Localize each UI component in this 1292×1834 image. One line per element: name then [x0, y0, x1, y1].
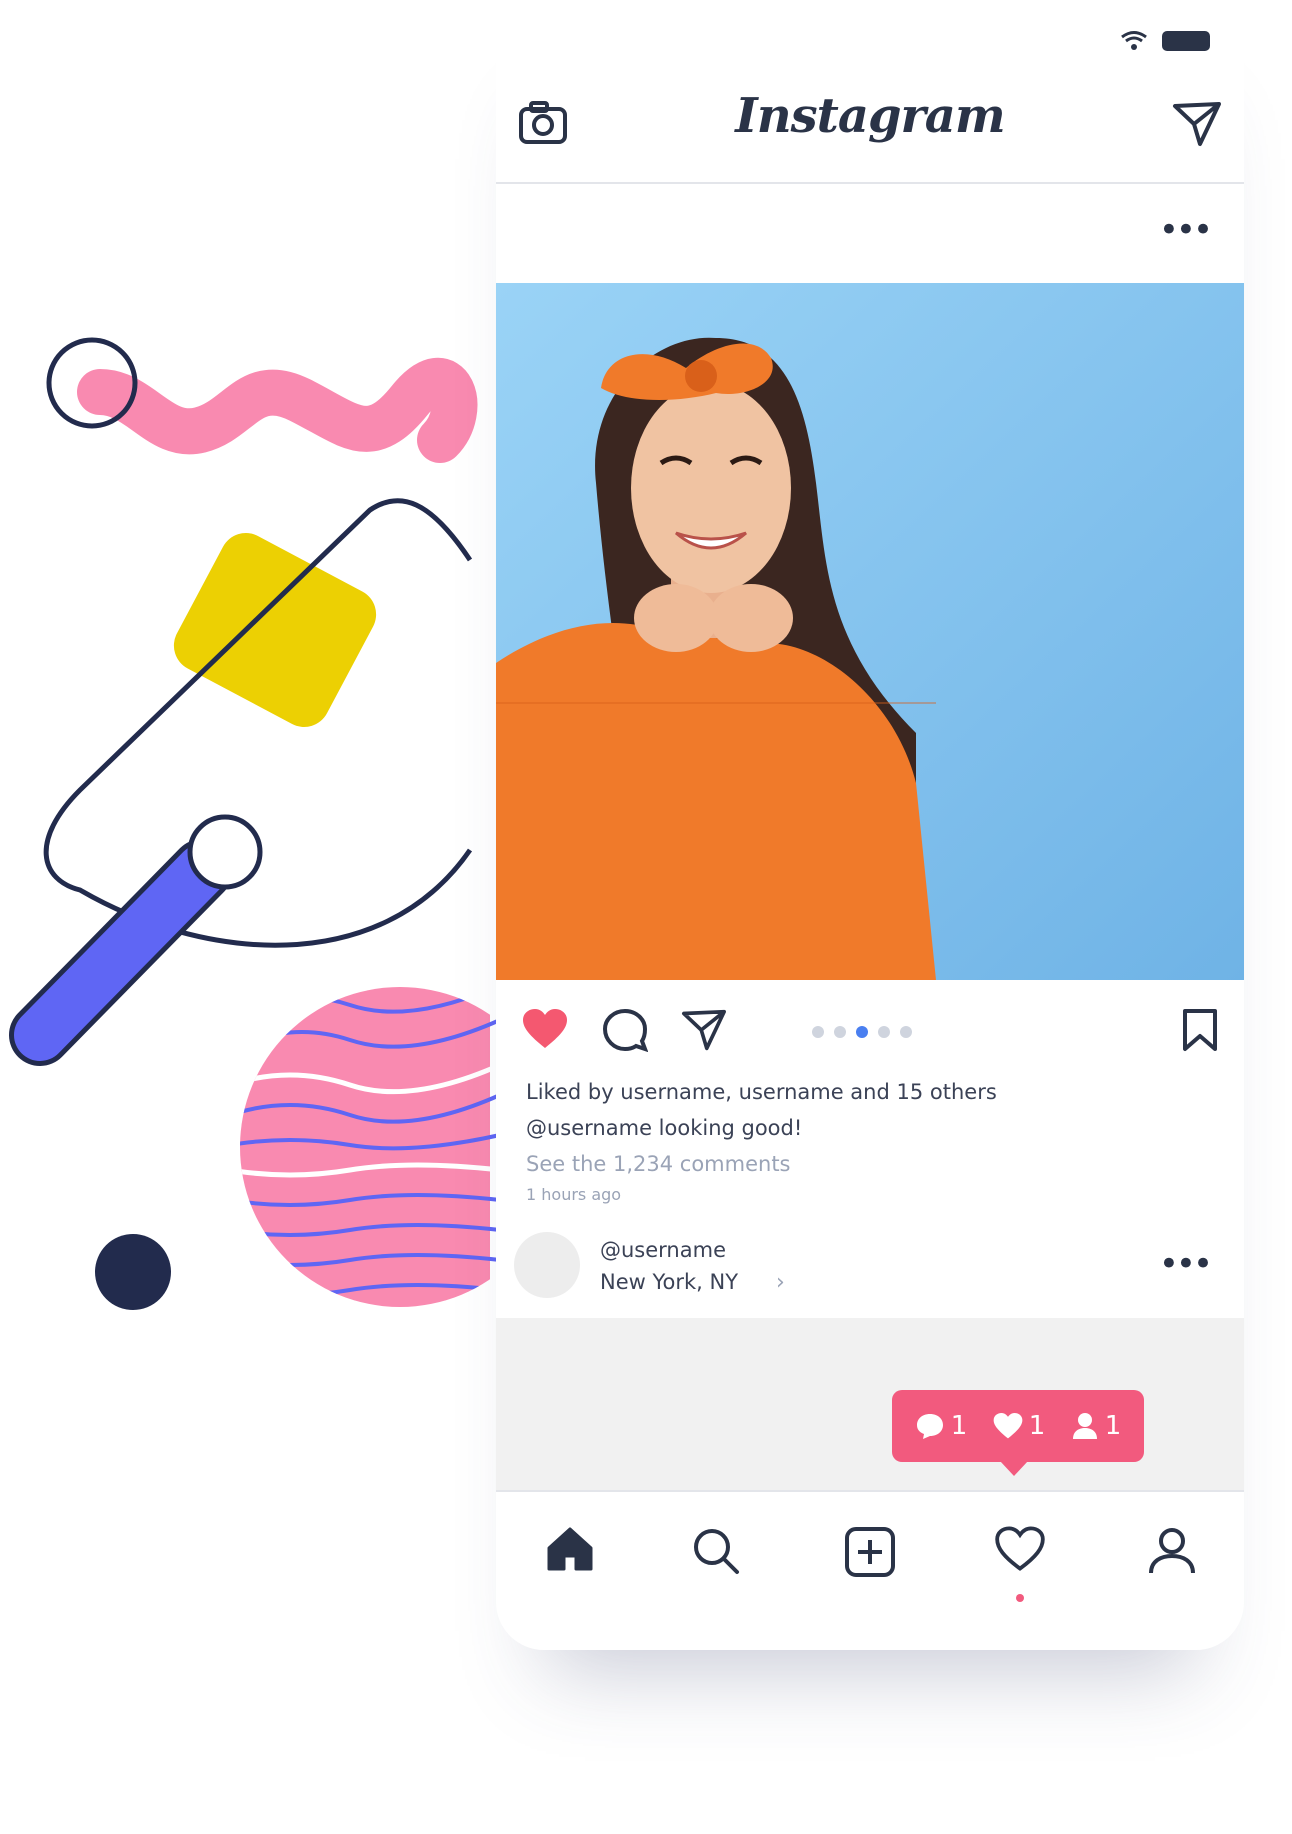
post-timestamp: 1 hours ago — [526, 1185, 622, 1204]
navy-dot — [95, 1234, 171, 1310]
activity-notification[interactable]: 1 1 1 — [892, 1390, 1144, 1476]
chevron-right-icon[interactable]: › — [776, 1270, 785, 1295]
carousel-dot[interactable] — [856, 1026, 868, 1038]
notif-comments-count: 1 — [950, 1411, 968, 1441]
carousel-indicator — [812, 1026, 912, 1038]
likes-text[interactable]: Liked by username, username and 15 other… — [526, 1074, 1226, 1110]
post-caption: Liked by username, username and 15 other… — [526, 1074, 1226, 1208]
carousel-dot[interactable] — [878, 1026, 890, 1038]
instagram-logo: Instagram — [735, 88, 1005, 144]
user-row[interactable]: @username New York, NY › ••• — [514, 1232, 1226, 1298]
notif-followers-count: 1 — [1104, 1411, 1122, 1441]
caption-text: @username looking good! — [526, 1116, 803, 1140]
profile-icon — [1149, 1528, 1195, 1574]
nav-add-post[interactable] — [840, 1526, 900, 1586]
yellow-square — [173, 533, 377, 727]
comment-icon[interactable] — [602, 1008, 648, 1052]
user-more-icon[interactable]: ••• — [1159, 1247, 1213, 1281]
carousel-dot[interactable] — [812, 1026, 824, 1038]
post-photo — [496, 283, 1244, 980]
nav-activity[interactable] — [990, 1526, 1050, 1586]
user-location[interactable]: New York, NY — [600, 1270, 738, 1294]
home-icon — [547, 1527, 593, 1571]
post-more-icon[interactable]: ••• — [1159, 213, 1213, 247]
view-comments-link[interactable]: See the 1,234 comments — [526, 1146, 1226, 1182]
cylinder-cap — [187, 814, 263, 890]
carousel-dot[interactable] — [900, 1026, 912, 1038]
like-heart-icon[interactable] — [522, 1008, 568, 1050]
post-actions — [496, 1000, 1244, 1060]
direct-message-icon[interactable] — [1172, 100, 1222, 148]
activity-heart-icon — [995, 1526, 1045, 1571]
carousel-dot[interactable] — [834, 1026, 846, 1038]
person-icon — [1072, 1413, 1097, 1439]
add-post-icon — [845, 1527, 895, 1577]
comment-bubble-icon — [916, 1414, 943, 1439]
notif-comments: 1 — [915, 1411, 968, 1441]
share-icon[interactable] — [680, 1008, 728, 1052]
notif-likes: 1 — [993, 1411, 1046, 1441]
notif-likes-count: 1 — [1028, 1411, 1046, 1441]
search-icon — [694, 1529, 739, 1574]
blue-cylinder-fill — [14, 844, 228, 1061]
nav-home[interactable] — [540, 1526, 600, 1586]
nav-profile[interactable] — [1142, 1526, 1202, 1586]
battery-icon — [1162, 31, 1210, 51]
feed-placeholder: 1 1 1 — [496, 1318, 1244, 1492]
user-name[interactable]: @username — [600, 1238, 726, 1262]
nav-search[interactable] — [686, 1526, 746, 1586]
status-bar — [1120, 30, 1210, 52]
bookmark-icon[interactable] — [1182, 1008, 1218, 1052]
app-header: Instagram — [496, 80, 1244, 184]
bottom-nav — [496, 1496, 1244, 1616]
phone-screen: Instagram ••• Liked by username, usernam… — [496, 0, 1244, 1650]
heart-icon — [993, 1412, 1023, 1439]
avatar[interactable] — [514, 1232, 580, 1298]
pink-squiggle — [77, 358, 478, 463]
notif-followers: 1 — [1071, 1411, 1122, 1441]
pink-striped-planet — [240, 987, 502, 1307]
wifi-icon — [1121, 31, 1147, 50]
activity-indicator-dot — [1016, 1594, 1024, 1602]
